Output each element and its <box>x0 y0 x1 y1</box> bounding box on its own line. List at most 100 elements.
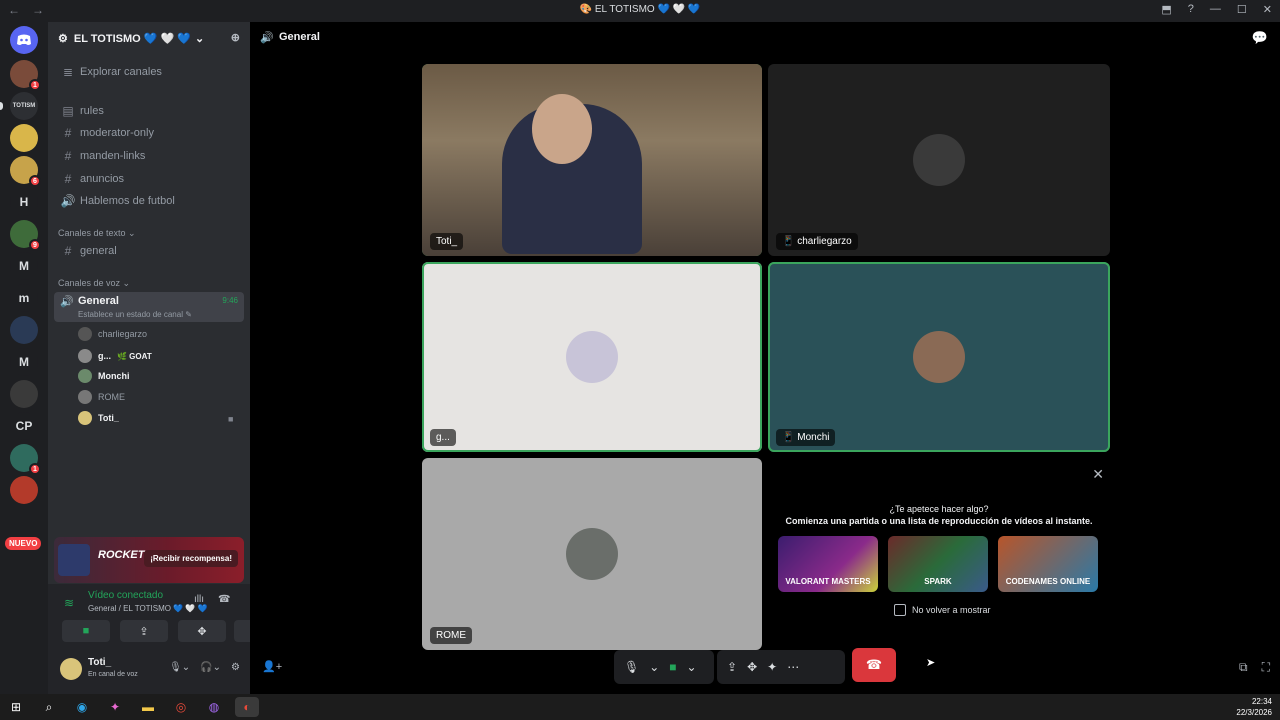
inbox-icon[interactable]: ⬒ <box>1161 3 1171 16</box>
server-icon[interactable] <box>10 124 38 152</box>
clock-date: 22/3/2026 <box>1236 708 1272 717</box>
voice-user[interactable]: ROME <box>78 388 125 406</box>
discord-taskbar-icon[interactable]: ◐ <box>235 697 259 717</box>
file-explorer-icon[interactable]: ▬ <box>136 697 160 717</box>
server-icon[interactable] <box>10 316 38 344</box>
claim-reward-button[interactable]: ¡Recibir recompensa! <box>144 550 238 567</box>
rocket-league-logo <box>58 544 90 576</box>
activities-icon[interactable]: ✥ <box>747 660 757 674</box>
server-icon[interactable]: CP <box>10 412 38 440</box>
screen-share-icon[interactable]: ⇪ <box>727 660 737 674</box>
chrome-icon[interactable]: ◎ <box>169 697 193 717</box>
server-header[interactable]: ⚙ EL TOTISMO 💙 🤍 💙 ⌄ ⊕ <box>48 22 250 54</box>
channel-general-text[interactable]: # general <box>56 241 244 261</box>
signal-icon[interactable]: ≋ <box>64 596 74 610</box>
channel-item[interactable]: # manden-links <box>56 146 244 166</box>
taskbar: ⊞ ⌕ ◉ ✦ ▬ ◎ ◍ ◐ 22:34 22/3/2026 <box>0 694 1280 720</box>
server-icon-label: TOTISM <box>12 103 36 109</box>
voice-user-name: g... <box>98 351 111 361</box>
add-member-icon[interactable]: ⊕ <box>231 31 240 44</box>
minimize-icon[interactable]: — <box>1210 3 1221 16</box>
channel-item[interactable]: # anuncios <box>56 169 244 189</box>
speaker-icon: 🔊 <box>260 32 274 44</box>
activity-valorant[interactable]: VALORANT MASTERS <box>778 536 878 592</box>
server-icon[interactable]: 9 <box>10 220 41 251</box>
text-channels-category[interactable]: Canales de texto ⌄ <box>58 228 136 239</box>
system-clock[interactable]: 22:34 22/3/2026 <box>1236 696 1272 718</box>
close-icon[interactable]: ✕ <box>1263 3 1272 16</box>
headphones-icon[interactable]: 🎧⌄ <box>200 662 221 673</box>
game-label: VALORANT MASTERS <box>785 577 871 586</box>
fullscreen-icon[interactable]: ⛶ <box>1262 660 1270 675</box>
video-tile-g[interactable]: g... <box>422 262 762 452</box>
chevron-down-icon[interactable]: ⌄ <box>649 660 659 674</box>
channel-item[interactable]: 🔊 Hablemos de futbol <box>56 191 244 211</box>
discord-home-icon[interactable] <box>10 26 38 54</box>
camera-icon[interactable]: ■ <box>669 660 676 674</box>
share-controls: ⇪ ✥ ✦ ⋯ <box>717 650 845 684</box>
hang-up-button[interactable]: ☎ <box>852 648 896 682</box>
server-icon[interactable]: M <box>10 348 38 376</box>
voice-user[interactable]: charliegarzo <box>78 325 147 343</box>
video-tile-charliegarzo[interactable]: 📱 charliegarzo <box>768 64 1110 256</box>
screen-share-button[interactable]: ⇪ <box>120 620 168 642</box>
server-icon[interactable]: H <box>10 188 38 216</box>
messenger-icon[interactable]: ◍ <box>202 697 226 717</box>
video-tile-rome[interactable]: ROME <box>422 458 762 650</box>
camera-toggle-button[interactable]: ■ <box>62 620 110 642</box>
voice-user[interactable]: Toti_ <box>78 409 119 427</box>
voice-connected-label: Vídeo conectado <box>88 590 164 601</box>
user-avatar[interactable] <box>60 658 82 680</box>
user-avatar <box>78 411 92 425</box>
new-badge: NUEVO <box>5 537 42 550</box>
soundboard-icon[interactable]: ✦ <box>767 660 777 674</box>
microphone-icon[interactable]: 🎙 <box>624 660 639 674</box>
maximize-icon[interactable]: ☐ <box>1237 3 1247 16</box>
voice-channel-general[interactable]: 🔊 General 9:46 Establece un estado de ca… <box>54 292 244 322</box>
server-icon[interactable]: 1 <box>10 444 41 475</box>
help-icon[interactable]: ? <box>1188 3 1194 16</box>
edge-icon[interactable]: ◉ <box>70 697 94 717</box>
user-name[interactable]: Toti_ <box>88 657 111 668</box>
voice-channels-category[interactable]: Canales de voz ⌄ <box>58 278 130 289</box>
activities-button[interactable]: ✥ <box>178 620 226 642</box>
activity-codenames[interactable]: CODENAMES ONLINE <box>998 536 1098 592</box>
user-avatar <box>913 331 965 383</box>
microphone-icon[interactable]: 🎙⌄ <box>169 662 190 673</box>
explore-channels[interactable]: ≣ Explorar canales <box>56 62 244 82</box>
gear-icon[interactable]: ⚙ <box>231 662 240 673</box>
server-icon[interactable]: 1 <box>10 60 41 91</box>
server-icon[interactable] <box>10 380 38 408</box>
clock-time: 22:34 <box>1251 697 1272 706</box>
server-icon[interactable]: 6 <box>10 156 41 187</box>
voice-user[interactable]: Monchi <box>78 367 130 385</box>
channel-status[interactable]: Establece un estado de canal ✎ <box>78 310 192 319</box>
channel-label: rules <box>80 105 104 117</box>
user-avatar <box>78 327 92 341</box>
close-icon[interactable]: ✕ <box>1092 466 1104 483</box>
voice-user[interactable]: g... 🌿 GOAT <box>78 347 152 365</box>
server-icon[interactable]: M <box>10 252 38 280</box>
pop-out-icon[interactable]: ⧉ <box>1239 660 1248 675</box>
windows-start-icon[interactable]: ⊞ <box>4 697 28 717</box>
chat-icon[interactable]: 💬 <box>1252 30 1268 46</box>
dont-show-checkbox[interactable] <box>894 604 906 616</box>
server-icon[interactable]: TOTISM <box>10 92 38 120</box>
search-icon[interactable]: ⌕ <box>37 697 61 717</box>
unread-badge: 1 <box>29 463 41 475</box>
channel-item[interactable]: ▤ rules <box>56 101 244 121</box>
chevron-down-icon[interactable]: ⌄ <box>687 660 697 674</box>
noise-suppression-icon[interactable]: ıllı <box>194 594 204 605</box>
invite-icon[interactable]: 👤+ <box>262 660 282 673</box>
more-options-icon[interactable]: ⋯ <box>787 660 799 674</box>
server-icon[interactable] <box>10 476 38 504</box>
video-tile-monchi[interactable]: 📱 Monchi <box>768 262 1110 452</box>
video-tile-toti[interactable]: Toti_ <box>422 64 762 256</box>
activity-spark[interactable]: SPARK <box>888 536 988 592</box>
voice-connected-location[interactable]: General / EL TOTISMO 💙 🤍 💙 <box>88 604 208 613</box>
disconnect-icon[interactable]: ☎ <box>218 594 230 605</box>
copilot-icon[interactable]: ✦ <box>103 697 127 717</box>
server-icon[interactable]: m <box>10 284 38 312</box>
channel-item[interactable]: # moderator-only <box>56 123 244 143</box>
rocket-league-promo[interactable]: ROCKET LEAGUE ¡Recibir recompensa! <box>54 537 244 583</box>
